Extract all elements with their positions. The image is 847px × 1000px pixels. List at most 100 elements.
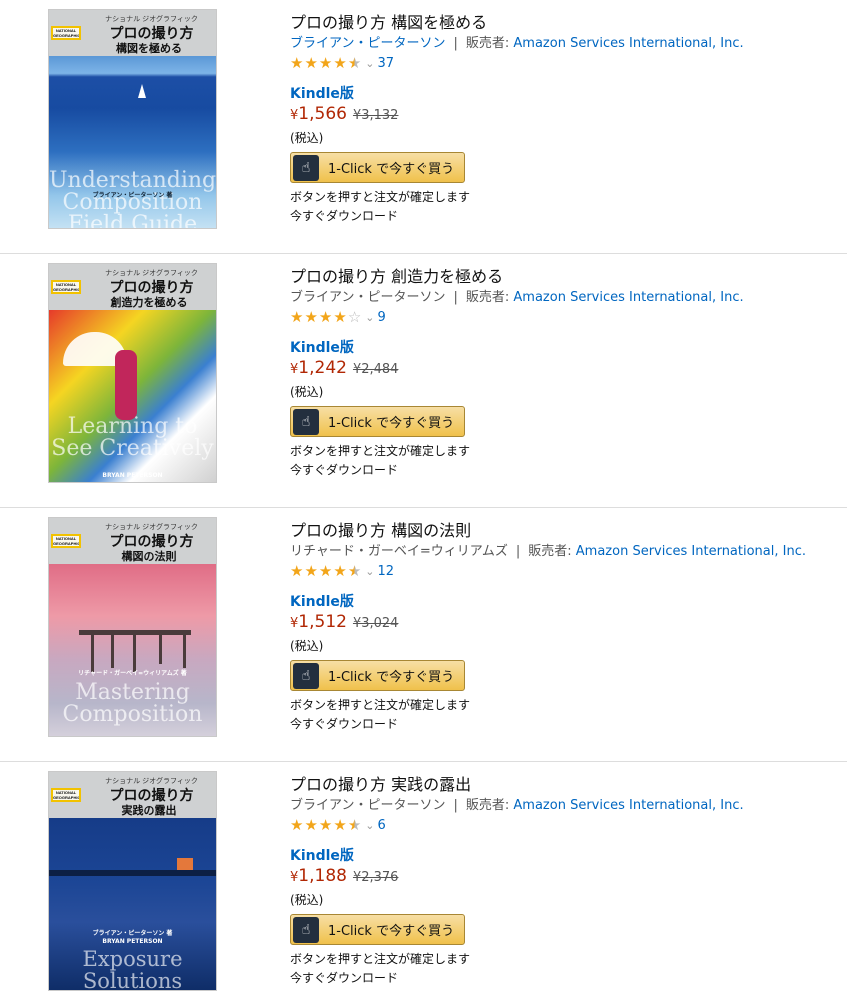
byline: ブライアン・ピーターソン | 販売者: Amazon Services Intern… (290, 286, 744, 305)
price-value: 1,242 (298, 358, 347, 378)
chevron-down-icon[interactable]: ⌄ (365, 311, 374, 324)
order-confirm-note: ボタンを押すと注文が確定します (290, 190, 471, 204)
one-click-buy-button[interactable]: ☝ 1-Click で今すぐ買う (290, 660, 465, 691)
order-confirm-note: ボタンを押すと注文が確定します (290, 698, 471, 712)
list-price: ¥2,484 (352, 362, 399, 377)
review-count-link[interactable]: 37 (377, 56, 394, 71)
cover-subtitle: 構図を極める (116, 42, 182, 55)
author-link[interactable]: ブライアン・ピーターソン (290, 36, 445, 51)
star-full-icon: ★ (290, 54, 304, 72)
byline: ブライアン・ピーターソン | 販売者: Amazon Services Intern… (290, 32, 744, 51)
buy-button-label: 1-Click で今すぐ買う (328, 670, 455, 685)
cover-author-ja: リチャード・ガーベイ=ウィリアムズ 著 (78, 670, 187, 677)
seller-link[interactable]: Amazon Services International, Inc. (513, 36, 743, 51)
cover-author-en: BRYAN PETERSON (102, 472, 163, 479)
separator: | (515, 544, 521, 559)
star-half-icon: ★ (347, 54, 362, 72)
price: ¥1,566 ¥3,132 (290, 104, 398, 124)
star-full-icon: ★ (290, 308, 304, 326)
book-cover[interactable]: NATIONAL GEOGRAPHIC ナショナル ジオグラフィック プロの撮り… (48, 517, 217, 737)
star-full-icon: ★ (318, 562, 333, 580)
cover-author-ja: ブライアン・ピーターソン 著 (92, 192, 173, 199)
cover-subtitle: 実践の露出 (121, 804, 177, 817)
price: ¥1,242 ¥2,484 (290, 358, 398, 378)
one-click-buy-button[interactable]: ☝ 1-Click で今すぐ買う (290, 914, 465, 945)
star-full-icon: ★ (333, 816, 347, 834)
product-title[interactable]: プロの撮り方 構図を極める (290, 9, 487, 33)
separator: | (453, 798, 458, 813)
separator: | (453, 36, 458, 51)
tap-hand-icon: ☝ (293, 154, 319, 181)
chevron-down-icon[interactable]: ⌄ (365, 819, 374, 832)
price: ¥1,512 ¥3,024 (290, 612, 398, 632)
tap-hand-icon: ☝ (293, 408, 319, 435)
star-empty-icon: ☆ (347, 308, 362, 326)
product-item: NATIONAL GEOGRAPHIC ナショナル ジオグラフィック プロの撮り… (0, 508, 847, 762)
seller-prefix: 販売者: (465, 36, 510, 51)
seller-link[interactable]: Amazon Services International, Inc. (513, 290, 743, 305)
format-link[interactable]: Kindle版 (290, 845, 354, 865)
seller-prefix: 販売者: (465, 290, 510, 305)
list-price: ¥3,024 (352, 616, 399, 631)
list-price: ¥2,376 (352, 870, 399, 885)
byline: ブライアン・ピーターソン | 販売者: Amazon Services Intern… (290, 794, 744, 813)
national-geographic-logo: NATIONAL GEOGRAPHIC (51, 534, 81, 548)
tax-note: (税込) (290, 639, 324, 653)
one-click-buy-button[interactable]: ☝ 1-Click で今すぐ買う (290, 152, 465, 183)
seller-link[interactable]: Amazon Services International, Inc. (576, 544, 806, 559)
book-cover[interactable]: NATIONAL GEOGRAPHIC ナショナル ジオグラフィック プロの撮り… (48, 771, 217, 991)
tax-note: (税込) (290, 385, 324, 399)
tax-note: (税込) (290, 131, 324, 145)
star-rating[interactable]: ★ ★ ★ ★ ☆ ⌄ 9 (290, 308, 386, 326)
star-full-icon: ★ (333, 562, 347, 580)
cover-subtitle: 創造力を極める (110, 296, 188, 309)
star-rating[interactable]: ★ ★ ★ ★ ★ ⌄ 6 (290, 816, 386, 834)
author-name: ブライアン・ピーターソン (290, 798, 446, 813)
seller-prefix: 販売者: (528, 544, 572, 559)
star-half-icon: ★ (347, 562, 362, 580)
pier-post (183, 634, 186, 668)
price: ¥1,188 ¥2,376 (290, 866, 398, 886)
pier-post (159, 634, 162, 664)
book-cover[interactable]: NATIONAL GEOGRAPHIC ナショナル ジオグラフィック プロの撮り… (48, 9, 217, 229)
star-full-icon: ★ (304, 308, 318, 326)
star-full-icon: ★ (290, 562, 304, 580)
review-count-link[interactable]: 9 (377, 310, 385, 325)
product-item: NATIONAL GEOGRAPHIC ナショナル ジオグラフィック プロの撮り… (0, 254, 847, 508)
pier-post (91, 634, 94, 672)
author-name: ブライアン・ピーターソン (290, 290, 446, 305)
cover-english-title: Mastering Composition (62, 680, 203, 727)
one-click-buy-button[interactable]: ☝ 1-Click で今すぐ買う (290, 406, 465, 437)
star-full-icon: ★ (290, 816, 304, 834)
format-link[interactable]: Kindle版 (290, 591, 354, 611)
cover-english-title: Exposure Solutions (82, 947, 183, 991)
national-geographic-logo: NATIONAL GEOGRAPHIC (51, 280, 81, 294)
format-link[interactable]: Kindle版 (290, 83, 354, 103)
buy-button-label: 1-Click で今すぐ買う (328, 162, 455, 177)
pier-post (133, 634, 136, 672)
format-link[interactable]: Kindle版 (290, 337, 354, 357)
tap-hand-icon: ☝ (293, 916, 319, 943)
separator: | (453, 290, 458, 305)
product-title[interactable]: プロの撮り方 構図の法則 (290, 517, 471, 541)
star-full-icon: ★ (318, 54, 333, 72)
buy-button-label: 1-Click で今すぐ買う (328, 416, 455, 431)
national-geographic-logo: NATIONAL GEOGRAPHIC (51, 788, 81, 802)
book-cover[interactable]: NATIONAL GEOGRAPHIC ナショナル ジオグラフィック プロの撮り… (48, 263, 217, 483)
review-count-link[interactable]: 12 (377, 564, 394, 579)
chevron-down-icon[interactable]: ⌄ (365, 565, 374, 578)
star-rating[interactable]: ★ ★ ★ ★ ★ ⌄ 37 (290, 54, 394, 72)
product-item: NATIONAL GEOGRAPHIC ナショナル ジオグラフィック プロの撮り… (0, 0, 847, 254)
star-rating[interactable]: ★ ★ ★ ★ ★ ⌄ 12 (290, 562, 394, 580)
tap-hand-icon: ☝ (293, 662, 319, 689)
order-confirm-note: ボタンを押すと注文が確定します (290, 952, 471, 966)
star-full-icon: ★ (304, 816, 318, 834)
product-title[interactable]: プロの撮り方 実践の露出 (290, 771, 471, 795)
seller-link[interactable]: Amazon Services International, Inc. (513, 798, 743, 813)
chevron-down-icon[interactable]: ⌄ (365, 57, 374, 70)
review-count-link[interactable]: 6 (377, 818, 385, 833)
national-geographic-logo: NATIONAL GEOGRAPHIC (51, 26, 81, 40)
tax-note: (税込) (290, 893, 324, 907)
cover-subtitle: 構図の法則 (121, 550, 177, 563)
product-title[interactable]: プロの撮り方 創造力を極める (290, 263, 503, 287)
